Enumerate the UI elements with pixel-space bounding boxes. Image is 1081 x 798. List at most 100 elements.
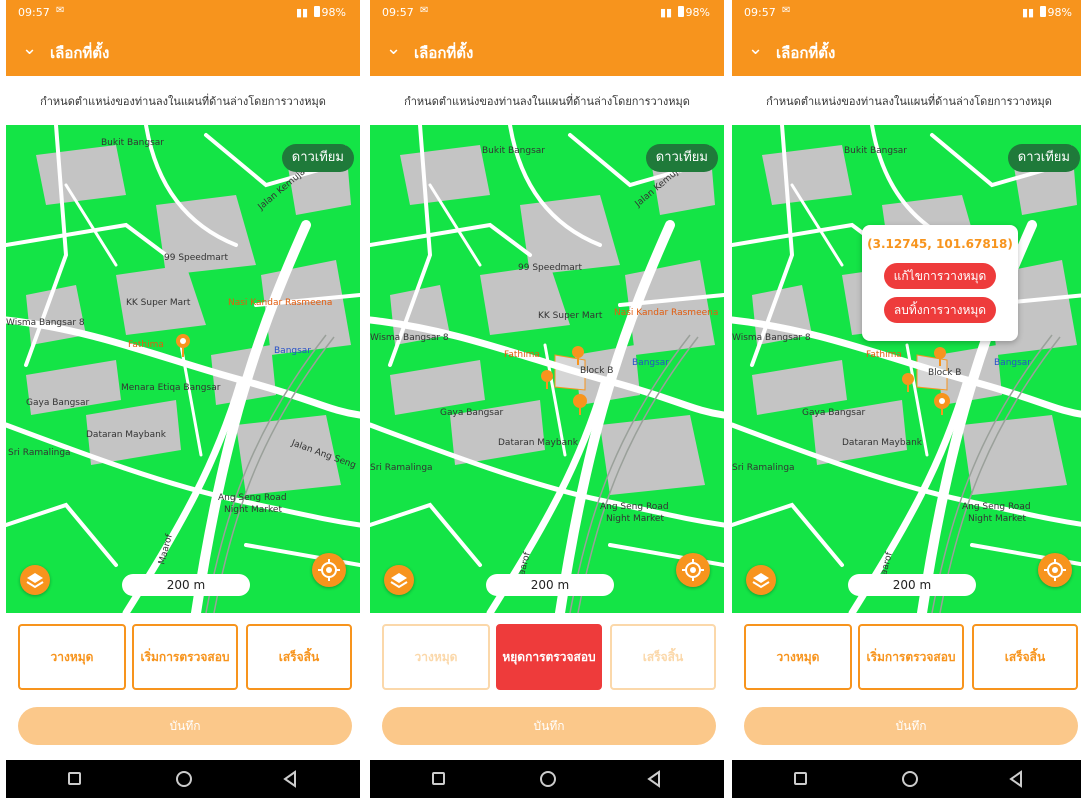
stop-check-button[interactable]: หยุดการตรวจสอบ — [496, 624, 602, 690]
battery-level: 98% — [1047, 6, 1072, 19]
satellite-button[interactable]: ดาวเทียม — [645, 144, 718, 172]
map-view[interactable]: Bukit Bangsar Fathima Bangsar Block B Ga… — [732, 125, 1081, 613]
layers-button[interactable] — [746, 565, 776, 595]
back-icon[interactable] — [282, 769, 298, 789]
start-check-button[interactable]: เริ่มการตรวจสอบ — [858, 624, 964, 690]
map-label: Nasi Kandar Rasmeena — [614, 308, 718, 318]
map-label: Bukit Bangsar — [482, 146, 545, 156]
layers-button[interactable] — [20, 565, 50, 595]
map-label: Gaya Bangsar — [26, 398, 90, 408]
map-label: 99 Speedmart — [518, 263, 583, 273]
signal-icon: ▮▮ — [659, 6, 673, 19]
pin-coordinates: (3.12745, 101.67818) — [867, 237, 1013, 251]
delete-pin-button[interactable]: ลบทิ้งการวางหมุด — [884, 297, 996, 323]
map-pin-icon — [176, 334, 190, 357]
layers-icon — [26, 573, 44, 589]
status-right: ▮▮ 98% — [1022, 6, 1072, 19]
instruction-text: กำหนดตำแหน่งของท่านลงในแผนที่ด้านล่างโดย… — [404, 95, 690, 108]
finish-button[interactable]: เสร็จสิ้น — [246, 624, 352, 690]
map-label: Ang Seng Road — [218, 493, 287, 503]
locate-button[interactable] — [1038, 553, 1072, 587]
status-right: ▮▮ 98% — [660, 6, 710, 19]
layers-icon — [752, 573, 770, 589]
map-label: Night Market — [606, 514, 664, 524]
app-bar: ⌄ เลือกที่ตั้ง — [6, 26, 360, 76]
status-time: 09:57 — [18, 6, 50, 19]
recent-apps-icon[interactable] — [68, 772, 81, 785]
map-label: Sri Ramalinga — [8, 448, 71, 458]
battery-level: 98% — [321, 6, 346, 19]
map-label: Sri Ramalinga — [370, 463, 433, 473]
place-pin-button[interactable]: วางหมุด — [18, 624, 126, 690]
map-canvas: Bukit Bangsar 99 Speedmart KK Super Mart… — [6, 125, 360, 613]
crosshair-icon — [1044, 559, 1066, 581]
back-icon[interactable] — [1008, 769, 1024, 789]
message-icon: ✉ — [56, 5, 65, 16]
scale-indicator: 200 m — [486, 574, 614, 596]
map-label: KK Super Mart — [538, 311, 603, 321]
home-icon[interactable] — [902, 771, 918, 787]
signal-icon: ▮▮ — [295, 6, 309, 19]
satellite-button[interactable]: ดาวเทียม — [281, 144, 354, 172]
finish-button[interactable]: เสร็จสิ้น — [972, 624, 1078, 690]
map-canvas: Bukit Bangsar Fathima Bangsar Block B Ga… — [732, 125, 1081, 613]
map-label: Fathima — [128, 340, 164, 350]
map-label: Fathima — [866, 350, 902, 360]
map-label: Gaya Bangsar — [802, 408, 866, 418]
back-icon[interactable] — [646, 769, 662, 789]
home-icon[interactable] — [540, 771, 556, 787]
crosshair-icon — [682, 559, 704, 581]
locate-button[interactable] — [312, 553, 346, 587]
finish-button[interactable]: เสร็จสิ้น — [610, 624, 716, 690]
map-label: Bangsar — [994, 358, 1031, 368]
map-label: KK Super Mart — [126, 298, 191, 308]
map-label: Ang Seng Road — [962, 502, 1031, 512]
pin-popup: (3.12745, 101.67818) แก้ไขการวางหมุด ลบท… — [862, 225, 1018, 341]
system-nav-bar — [6, 760, 360, 798]
map-label: 99 Speedmart — [164, 253, 229, 263]
start-check-button[interactable]: เริ่มการตรวจสอบ — [132, 624, 238, 690]
recent-apps-icon[interactable] — [432, 772, 445, 785]
layers-button[interactable] — [384, 565, 414, 595]
satellite-button[interactable]: ดาวเทียม — [1007, 144, 1080, 172]
status-right: ▮▮ 98% — [296, 6, 346, 19]
battery-level: 98% — [685, 6, 710, 19]
signal-icon: ▮▮ — [1021, 6, 1035, 19]
map-view[interactable]: Bukit Bangsar 99 Speedmart KK Super Mart… — [6, 125, 360, 613]
map-label: Block B — [580, 366, 613, 376]
instruction-text: กำหนดตำแหน่งของท่านลงในแผนที่ด้านล่างโดย… — [40, 95, 326, 108]
chevron-down-icon[interactable]: ⌄ — [22, 39, 37, 59]
map-label: Wisma Bangsar 8 — [6, 318, 85, 328]
map-view[interactable]: Bukit Bangsar 99 Speedmart KK Super Mart… — [370, 125, 724, 613]
app-bar: ⌄ เลือกที่ตั้ง — [370, 26, 724, 76]
map-label: Menara Etiqa Bangsar — [121, 383, 221, 393]
phone-screen-pin-popup: 09:57 ✉ ▮▮ 98% ⌄ เลือกที่ตั้ง กำหนดตำแหน… — [732, 0, 1081, 798]
page-title: เลือกที่ตั้ง — [776, 44, 836, 62]
place-pin-button[interactable]: วางหมุด — [744, 624, 852, 690]
chevron-down-icon[interactable]: ⌄ — [386, 39, 401, 59]
system-nav-bar — [370, 760, 724, 798]
save-button[interactable]: บันทึก — [382, 707, 716, 745]
phone-screen-checking: 09:57 ✉ ▮▮ 98% ⌄ เลือกที่ตั้ง กำหนดตำแหน… — [370, 0, 724, 798]
page-title: เลือกที่ตั้ง — [414, 44, 474, 62]
battery-icon — [1039, 6, 1046, 17]
locate-button[interactable] — [676, 553, 710, 587]
save-button[interactable]: บันทึก — [18, 707, 352, 745]
map-canvas: Bukit Bangsar 99 Speedmart KK Super Mart… — [370, 125, 724, 613]
map-label: Maarof — [157, 532, 175, 565]
recent-apps-icon[interactable] — [794, 772, 807, 785]
message-icon: ✉ — [420, 5, 429, 16]
place-pin-button[interactable]: วางหมุด — [382, 624, 490, 690]
edit-pin-button[interactable]: แก้ไขการวางหมุด — [884, 263, 996, 289]
save-button[interactable]: บันทึก — [744, 707, 1078, 745]
scale-indicator: 200 m — [122, 574, 250, 596]
map-label: Dataran Maybank — [498, 438, 579, 448]
status-bar: 09:57 ✉ ▮▮ 98% — [6, 0, 360, 26]
page-title: เลือกที่ตั้ง — [50, 44, 110, 62]
home-icon[interactable] — [176, 771, 192, 787]
map-label: Wisma Bangsar 8 — [370, 333, 449, 343]
status-bar: 09:57 ✉ ▮▮ 98% — [370, 0, 724, 26]
scale-indicator: 200 m — [848, 574, 976, 596]
system-nav-bar — [732, 760, 1081, 798]
chevron-down-icon[interactable]: ⌄ — [748, 39, 763, 59]
